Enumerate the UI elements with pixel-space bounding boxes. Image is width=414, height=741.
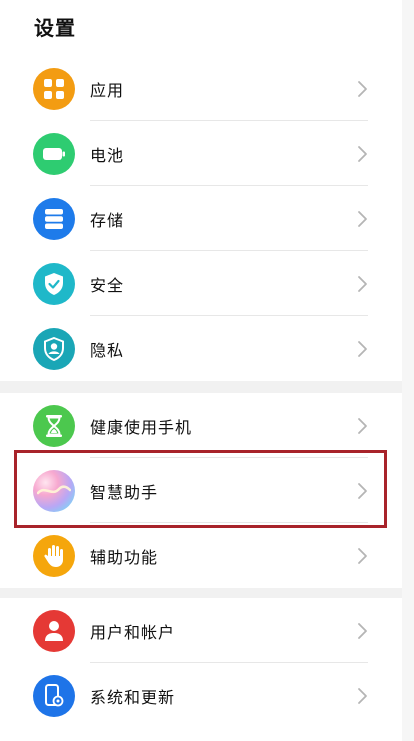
settings-page: 设置 应用 电池 存储 安全 隐私 健康使用手机 智慧助手 辅助功能 用户和帐户… xyxy=(0,0,402,741)
settings-item-storage[interactable]: 存储 xyxy=(0,186,402,251)
privacy-icon xyxy=(33,327,75,370)
settings-item-label: 系统和更新 xyxy=(90,687,176,707)
settings-item-label: 存储 xyxy=(90,210,125,230)
settings-item-digital-balance[interactable]: 健康使用手机 xyxy=(0,393,402,458)
right-edge-strip xyxy=(402,0,414,741)
page-title: 设置 xyxy=(34,16,76,40)
settings-item-battery[interactable]: 电池 xyxy=(0,121,402,186)
battery-icon xyxy=(33,132,75,175)
settings-item-label: 辅助功能 xyxy=(90,547,159,567)
settings-item-apps[interactable]: 应用 xyxy=(0,56,402,121)
settings-item-label: 应用 xyxy=(90,80,125,100)
chevron-right-icon xyxy=(358,210,367,227)
chevron-right-icon xyxy=(358,417,367,434)
system-update-icon xyxy=(33,674,75,717)
group-separator xyxy=(0,381,402,393)
chevron-right-icon xyxy=(358,80,367,97)
chevron-right-icon xyxy=(358,275,367,292)
hourglass-icon xyxy=(33,404,75,447)
user-icon xyxy=(33,609,75,652)
settings-item-system-updates[interactable]: 系统和更新 xyxy=(0,663,402,728)
shield-check-icon xyxy=(33,262,75,305)
hand-icon xyxy=(33,534,75,577)
chevron-right-icon xyxy=(358,340,367,357)
settings-item-label: 隐私 xyxy=(90,340,125,360)
settings-item-label: 安全 xyxy=(90,275,125,295)
apps-icon xyxy=(33,67,75,110)
chevron-right-icon xyxy=(358,687,367,704)
settings-item-accessibility[interactable]: 辅助功能 xyxy=(0,523,402,588)
settings-item-label: 健康使用手机 xyxy=(90,417,193,437)
chevron-right-icon xyxy=(358,547,367,564)
chevron-right-icon xyxy=(358,145,367,162)
settings-item-users-accounts[interactable]: 用户和帐户 xyxy=(0,598,402,663)
settings-item-label: 用户和帐户 xyxy=(90,622,176,642)
settings-group-3: 用户和帐户 系统和更新 xyxy=(0,598,402,728)
highlight-frame xyxy=(14,450,387,528)
settings-item-security[interactable]: 安全 xyxy=(0,251,402,316)
settings-item-privacy[interactable]: 隐私 xyxy=(0,316,402,381)
settings-item-label: 电池 xyxy=(90,145,125,165)
storage-icon xyxy=(33,197,75,240)
settings-group-1: 应用 电池 存储 安全 隐私 xyxy=(0,56,402,381)
chevron-right-icon xyxy=(358,622,367,639)
